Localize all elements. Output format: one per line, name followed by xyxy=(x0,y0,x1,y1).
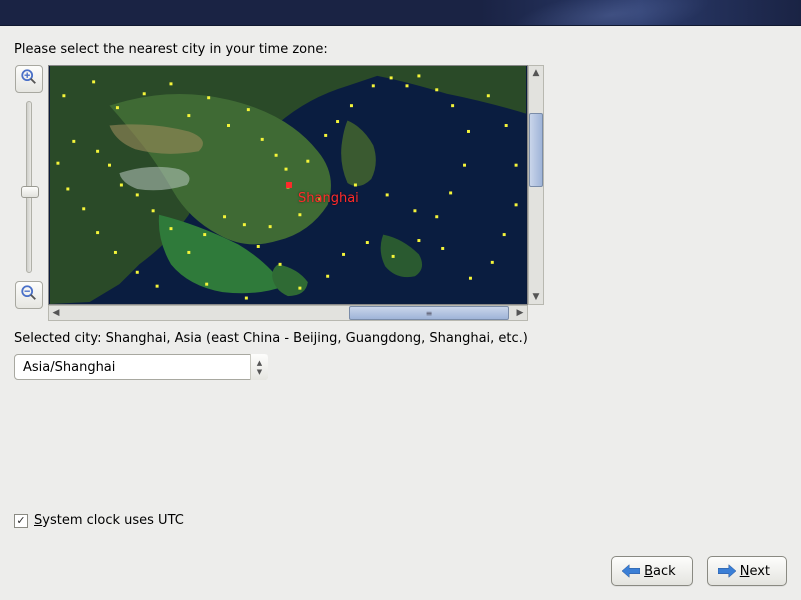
map-vertical-scrollbar[interactable]: ▲ ▼ xyxy=(528,65,544,305)
dropdown-caret-icon: ▲▼ xyxy=(250,354,268,380)
hscroll-thumb[interactable]: ≡ xyxy=(349,306,509,320)
selected-city-prefix: Selected city: xyxy=(14,331,106,346)
map-container: Shanghai ▲ ▼ ◀ ≡ ▶ xyxy=(48,65,544,321)
scroll-down-arrow-icon[interactable]: ▼ xyxy=(529,290,543,304)
next-button[interactable]: Next xyxy=(707,556,787,586)
scroll-left-arrow-icon[interactable]: ◀ xyxy=(49,306,63,320)
zoom-in-icon xyxy=(20,68,38,90)
map-horizontal-scrollbar[interactable]: ◀ ≡ ▶ xyxy=(48,305,528,321)
map-svg xyxy=(49,66,527,304)
next-button-label: Next xyxy=(740,564,770,579)
zoom-out-button[interactable] xyxy=(15,281,43,309)
zoom-out-icon xyxy=(20,284,38,306)
zoom-slider[interactable] xyxy=(26,101,32,273)
instruction-text: Please select the nearest city in your t… xyxy=(14,42,787,57)
utc-checkbox-row: ✓ System clock uses UTC xyxy=(14,513,184,528)
selected-city-line: Selected city: Shanghai, Asia (east Chin… xyxy=(14,331,787,346)
footer-buttons: Back Next xyxy=(0,556,801,586)
back-arrow-icon xyxy=(622,564,640,578)
scroll-right-arrow-icon[interactable]: ▶ xyxy=(513,306,527,320)
back-button-label: Back xyxy=(644,564,676,579)
vscroll-thumb[interactable] xyxy=(529,113,543,187)
zoom-in-button[interactable] xyxy=(15,65,43,93)
header-banner xyxy=(0,0,801,26)
map-row: Shanghai ▲ ▼ ◀ ≡ ▶ xyxy=(14,65,787,321)
zoom-controls xyxy=(14,65,44,309)
timezone-select-value: Asia/Shanghai xyxy=(23,360,115,375)
utc-checkbox-label[interactable]: System clock uses UTC xyxy=(34,513,184,528)
timezone-map[interactable]: Shanghai xyxy=(48,65,528,305)
back-button[interactable]: Back xyxy=(611,556,693,586)
timezone-select[interactable]: Asia/Shanghai ▲▼ xyxy=(14,354,268,380)
utc-checkbox[interactable]: ✓ xyxy=(14,514,28,528)
zoom-slider-thumb[interactable] xyxy=(21,186,39,198)
selected-city-value: Shanghai, Asia (east China - Beijing, Gu… xyxy=(106,331,528,346)
scroll-up-arrow-icon[interactable]: ▲ xyxy=(529,66,543,80)
next-arrow-icon xyxy=(718,564,736,578)
